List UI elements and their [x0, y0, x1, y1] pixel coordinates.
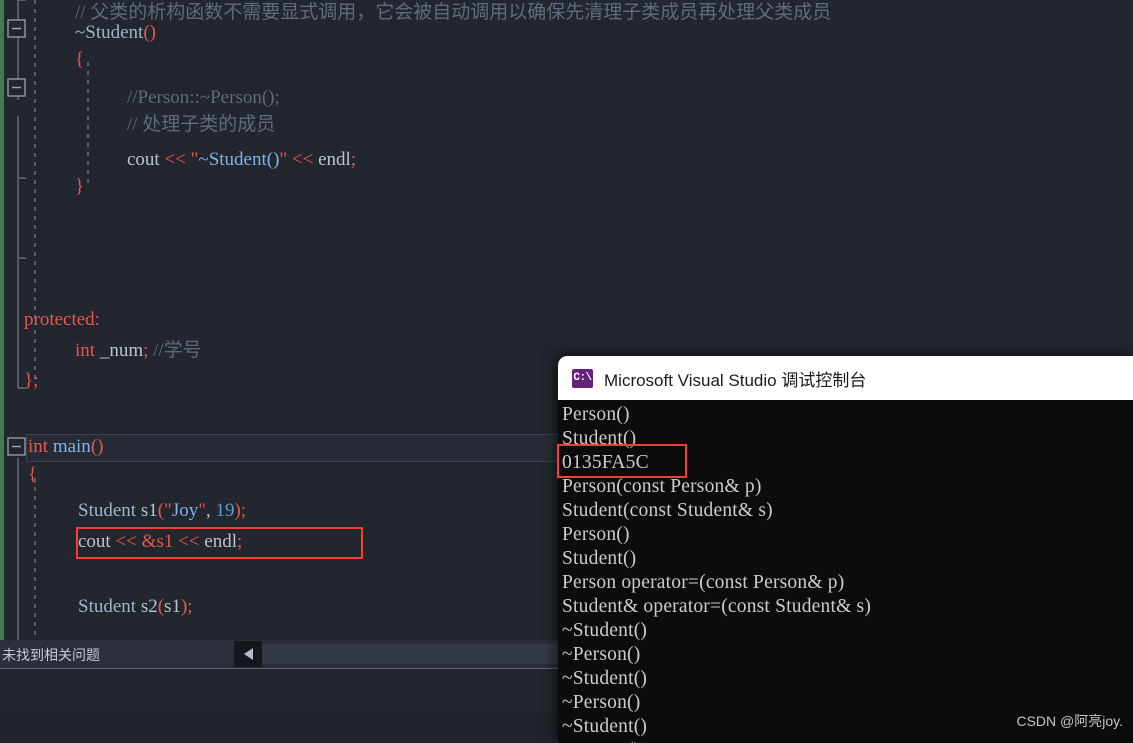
code-line[interactable]: //Person::~Person(); — [127, 85, 280, 112]
code-token: ; — [237, 531, 243, 552]
code-token: ; — [350, 149, 357, 170]
code-token: _num — [95, 340, 144, 361]
code-token: cout — [78, 531, 116, 552]
console-app-icon: C:\ — [572, 368, 593, 388]
console-line: Person(const Person& p) — [562, 476, 762, 497]
code-token: s1 — [140, 500, 158, 521]
code-line[interactable]: ~Student() — [75, 20, 156, 47]
code-token: ; — [143, 340, 154, 361]
code-token: main — [52, 436, 91, 457]
code-line[interactable]: int main() — [28, 434, 103, 461]
code-token: " << — [279, 149, 319, 170]
watermark: CSDN @阿亮joy. — [1016, 713, 1123, 729]
code-token: << — [173, 531, 205, 552]
code-line[interactable]: // 父类的析构函数不需要显式调用，它会被自动调用以确保先清理子类成员再处理父类… — [75, 0, 831, 27]
console-line: Student& operator=(const Student& s) — [562, 596, 872, 617]
code-token: Student — [78, 596, 141, 617]
code-line[interactable]: Student s1("Joy", 19); — [78, 498, 246, 525]
code-token: << — [164, 149, 191, 170]
code-line[interactable]: cout << "~Student()" << endl; — [127, 147, 356, 174]
code-line[interactable]: cout << &s1 << endl; — [78, 529, 242, 556]
code-token: int — [75, 340, 96, 361]
console-line: ~Student() — [562, 620, 648, 641]
console-line: 0135FA5C — [562, 452, 649, 473]
code-token: { — [75, 49, 85, 70]
code-token: " — [198, 500, 206, 521]
code-token: Joy — [171, 500, 199, 521]
code-line[interactable]: } — [75, 174, 84, 201]
console-line: ~Person() — [562, 739, 1133, 743]
console-title-text: Microsoft Visual Studio 调试控制台 — [604, 370, 867, 390]
console-line: Person() — [562, 524, 630, 545]
code-line[interactable]: { — [75, 47, 84, 74]
code-line[interactable]: int _num; //学号 — [75, 338, 202, 365]
code-token: protected: — [24, 309, 100, 330]
console-output[interactable]: Person() Student() 0135FA5C Person(const Pe… — [558, 400, 1133, 743]
code-token: s2 — [140, 596, 158, 617]
code-token: endl — [318, 149, 351, 170]
console-title-bar[interactable]: C:\ Microsoft Visual Studio 调试控制台 — [558, 356, 1133, 400]
code-token: { — [28, 464, 38, 485]
code-token: endl — [204, 531, 237, 552]
console-line: Student() — [562, 428, 637, 449]
code-token: Student — [78, 500, 141, 521]
current-line-highlight — [26, 434, 566, 462]
code-line[interactable]: protected: — [24, 307, 100, 334]
console-line: Student() — [562, 548, 637, 569]
console-line: ~Student() — [562, 668, 648, 689]
console-line: Person operator=(const Person& p) — [562, 572, 845, 593]
console-window[interactable]: C:\ Microsoft Visual Studio 调试控制台 Person… — [558, 356, 1133, 743]
horizontal-scrollbar-thumb[interactable] — [262, 644, 562, 664]
code-token: //学号 — [153, 340, 202, 361]
code-token: ); — [234, 500, 247, 521]
code-token: //Person::~Person(); — [127, 87, 280, 108]
code-line[interactable]: Student s2(s1); — [78, 594, 193, 621]
code-line[interactable]: }; — [24, 368, 38, 395]
code-token: << & — [115, 531, 157, 552]
code-token: // 处理子类的成员 — [127, 114, 276, 135]
scroll-left-button[interactable] — [234, 641, 262, 667]
console-line: ~Person() — [562, 644, 641, 665]
code-token: ~Student() — [198, 149, 280, 170]
code-token: s1 — [156, 531, 174, 552]
code-token: ~Student — [75, 22, 144, 43]
code-token: // 父类的析构函数不需要显式调用，它会被自动调用以确保先清理子类成员再处理父类… — [75, 2, 832, 23]
code-token: cout — [127, 149, 165, 170]
code-token: ); — [180, 596, 193, 617]
screenshot-root: // 父类的析构函数不需要显式调用，它会被自动调用以确保先清理子类成员再处理父类… — [0, 0, 1133, 743]
console-line: Student(const Student& s) — [562, 500, 773, 521]
code-token: s1 — [164, 596, 181, 617]
code-line[interactable]: { — [28, 462, 37, 489]
code-token: () — [90, 436, 104, 457]
lower-pane-footer — [0, 712, 562, 743]
console-line: Person() — [562, 404, 630, 425]
arrow-left-icon — [243, 648, 253, 660]
code-token: } — [75, 176, 85, 197]
code-token: int — [28, 436, 53, 457]
code-token: }; — [24, 370, 39, 391]
code-token: 19 — [215, 500, 235, 521]
code-line[interactable]: // 处理子类的成员 — [127, 112, 275, 139]
status-text: 未找到相关问题 — [2, 647, 100, 663]
code-token: () — [143, 22, 156, 43]
code-token: " — [164, 500, 172, 521]
